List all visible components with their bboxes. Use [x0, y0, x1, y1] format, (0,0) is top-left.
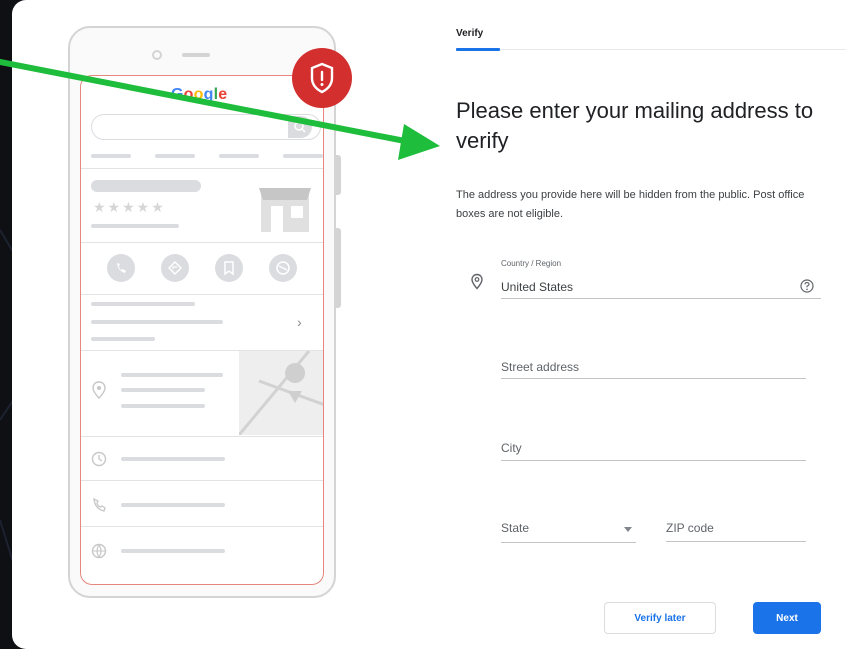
- shield-alert-icon: [292, 48, 352, 108]
- address-line-placeholder: [121, 404, 205, 408]
- form-description: The address you provide here will be hid…: [456, 189, 805, 220]
- phone-tab-placeholder: [283, 154, 323, 158]
- phone-tab-placeholder: [219, 154, 259, 158]
- info-line-placeholder: [91, 337, 155, 341]
- next-button[interactable]: Next: [753, 602, 821, 634]
- google-logo: Google: [171, 86, 227, 104]
- phone-tab-placeholder: [91, 154, 131, 158]
- search-icon: [288, 116, 312, 138]
- directions-icon: [161, 254, 189, 282]
- phone-camera: [152, 50, 162, 60]
- country-region-label: Country / Region: [501, 259, 562, 268]
- info-line-placeholder: [91, 302, 195, 306]
- logo-letter: g: [203, 86, 214, 103]
- zip-field-underline: [666, 541, 806, 542]
- divider: [81, 436, 323, 437]
- divider: [81, 242, 323, 243]
- phone-line-placeholder: [121, 503, 225, 507]
- divider: [81, 480, 323, 481]
- tab-verify[interactable]: Verify: [456, 28, 483, 39]
- screenshot-stage: Google ★★★★★ › Verify Please enter your …: [0, 0, 846, 649]
- location-pin-icon: [471, 273, 483, 290]
- bookmark-icon: [215, 254, 243, 282]
- address-line-placeholder: [121, 373, 223, 377]
- divider: [81, 526, 323, 527]
- address-line-placeholder: [121, 388, 205, 392]
- phone-speaker: [182, 53, 210, 57]
- chevron-down-icon[interactable]: [624, 527, 632, 532]
- business-category-placeholder: [91, 224, 179, 228]
- state-field-underline: [501, 542, 636, 543]
- phone-icon: [93, 497, 106, 512]
- phone-side-button: [336, 155, 341, 195]
- hours-line-placeholder: [121, 457, 225, 461]
- logo-letter: o: [183, 86, 194, 103]
- street-address-input[interactable]: Street address: [501, 360, 579, 374]
- tab-active-indicator: [456, 48, 500, 51]
- phone-icon: [107, 254, 135, 282]
- phone-side-button: [336, 228, 341, 308]
- storefront-icon: [259, 180, 311, 232]
- phone-search-bar: [91, 114, 321, 140]
- divider: [81, 168, 323, 169]
- clock-icon: [91, 451, 107, 467]
- street-field-underline: [501, 378, 806, 379]
- tab-divider: [500, 49, 846, 50]
- share-icon: [269, 254, 297, 282]
- phone-screen-business-profile: Google ★★★★★ ›: [80, 75, 324, 585]
- country-field-underline: [501, 298, 821, 299]
- page-title: Please enter your mailing address to ver…: [456, 98, 814, 153]
- logo-letter: e: [218, 86, 228, 103]
- chevron-right-icon: ›: [297, 314, 302, 330]
- country-region-select[interactable]: United States: [501, 280, 573, 294]
- divider: [81, 294, 323, 295]
- state-select[interactable]: State: [501, 521, 529, 535]
- verify-later-button[interactable]: Verify later: [604, 602, 716, 634]
- phone-tab-placeholder: [155, 154, 195, 158]
- location-pin-icon: [92, 381, 106, 399]
- logo-letter: o: [193, 86, 204, 103]
- globe-icon: [91, 543, 107, 559]
- city-input[interactable]: City: [501, 441, 522, 455]
- city-field-underline: [501, 460, 806, 461]
- website-line-placeholder: [121, 549, 225, 553]
- business-name-placeholder: [91, 180, 201, 192]
- map-thumbnail: [237, 350, 323, 436]
- info-line-placeholder: [91, 320, 223, 324]
- zip-code-input[interactable]: ZIP code: [666, 521, 714, 535]
- help-circle-icon[interactable]: [800, 279, 814, 293]
- logo-letter: G: [171, 86, 184, 103]
- rating-stars: ★★★★★: [93, 199, 166, 215]
